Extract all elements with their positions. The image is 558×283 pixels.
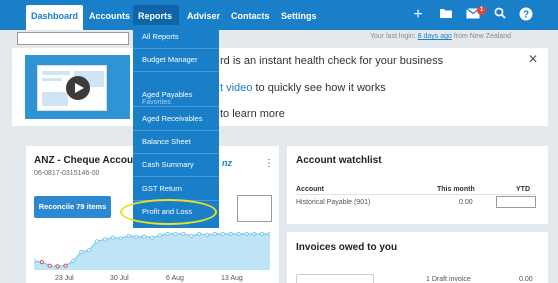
- menu-item-aged-receivables[interactable]: Aged Receivables: [133, 108, 219, 129]
- chart-point[interactable]: [142, 234, 147, 239]
- banner-learn-line: to learn more: [220, 108, 285, 120]
- search-icon[interactable]: [492, 7, 508, 23]
- column-header-ytd: YTD: [516, 186, 530, 193]
- account-balance-chart: [34, 231, 270, 270]
- profit-and-loss-highlight: [120, 199, 217, 225]
- watchlist-this-month-cell: 0.00: [459, 199, 473, 206]
- anz-logo: nz: [222, 158, 232, 168]
- redacted-ytd-value: [496, 196, 536, 208]
- chart-point[interactable]: [102, 237, 107, 242]
- menu-item-all-reports[interactable]: All Reports: [133, 26, 219, 47]
- files-icon[interactable]: [438, 7, 454, 23]
- intro-video-thumbnail[interactable]: [25, 55, 130, 119]
- chart-point[interactable]: [173, 231, 178, 237]
- chart-point[interactable]: [165, 231, 170, 237]
- nav-settings[interactable]: Settings: [276, 5, 322, 27]
- menu-item-aged-payables[interactable]: Aged Payables: [133, 84, 219, 105]
- watch-video-link[interactable]: t video: [220, 82, 252, 94]
- bank-account-name[interactable]: ANZ - Cheque Account: [34, 155, 143, 166]
- chart-point[interactable]: [47, 263, 52, 268]
- chart-point[interactable]: [236, 231, 241, 237]
- redacted-balance: [237, 195, 272, 222]
- draft-invoice-amount: 0.00: [519, 276, 533, 283]
- chart-point[interactable]: [63, 263, 68, 268]
- chart-point[interactable]: [267, 231, 270, 237]
- menu-item-balance-sheet[interactable]: Balance Sheet: [133, 131, 219, 152]
- column-header-this-month: This month: [437, 186, 475, 193]
- chart-point[interactable]: [228, 231, 233, 237]
- chart-point[interactable]: [71, 258, 76, 264]
- redacted-org-name: [17, 32, 129, 45]
- help-icon[interactable]: ?: [518, 7, 534, 23]
- add-icon[interactable]: +: [410, 7, 426, 23]
- bank-account-number: 06-0817-0315146-00: [34, 170, 100, 177]
- chart-point[interactable]: [118, 236, 123, 241]
- menu-item-gst-return[interactable]: GST Return: [133, 178, 219, 199]
- last-login-link[interactable]: 8 days ago: [418, 33, 452, 40]
- chart-point[interactable]: [55, 264, 60, 269]
- nav-accounts[interactable]: Accounts: [84, 5, 135, 27]
- chart-point[interactable]: [244, 231, 249, 237]
- menu-item-budget-manager[interactable]: Budget Manager: [133, 49, 219, 70]
- close-icon[interactable]: ✕: [528, 52, 538, 66]
- chart-point[interactable]: [34, 258, 37, 264]
- menu-divider: [133, 106, 219, 107]
- watchlist-title: Account watchlist: [296, 155, 382, 166]
- divider: [296, 194, 536, 195]
- menu-divider: [133, 176, 219, 177]
- chart-point[interactable]: [212, 231, 217, 237]
- chart-point[interactable]: [220, 231, 225, 237]
- x-tick-label: 6 Aug: [166, 275, 184, 282]
- chart-point[interactable]: [252, 231, 257, 237]
- watchlist-account-cell[interactable]: Historical Payable (901): [296, 199, 370, 206]
- chart-point[interactable]: [134, 234, 139, 240]
- chart-point[interactable]: [87, 248, 92, 253]
- column-header-account: Account: [296, 186, 324, 193]
- chart-point[interactable]: [126, 233, 131, 238]
- nav-dashboard[interactable]: Dashboard: [26, 5, 84, 30]
- chart-point[interactable]: [39, 259, 45, 265]
- nav-reports[interactable]: Reports: [133, 5, 179, 27]
- invoices-title: Invoices owed to you: [296, 242, 398, 253]
- menu-item-cash-summary[interactable]: Cash Summary: [133, 154, 219, 175]
- menu-divider: [133, 71, 219, 72]
- chart-point[interactable]: [157, 233, 163, 238]
- svg-text:?: ?: [523, 10, 529, 21]
- chart-point[interactable]: [260, 231, 265, 237]
- banner-headline: rd is an instant health check for your b…: [220, 55, 444, 67]
- chart-point[interactable]: [189, 233, 194, 238]
- reports-dropdown-menu: All Reports Budget Manager Favorites Age…: [133, 25, 219, 228]
- notification-badge: 1: [477, 6, 486, 15]
- draft-invoice-link[interactable]: 1 Draft invoice: [426, 276, 471, 283]
- chart-point[interactable]: [205, 232, 210, 237]
- banner-video-line: t video to quickly see how it works: [220, 82, 386, 94]
- nav-adviser[interactable]: Adviser: [182, 5, 225, 27]
- chart-point[interactable]: [94, 239, 100, 244]
- reconcile-button[interactable]: Reconcile 79 items: [34, 196, 111, 218]
- chart-point[interactable]: [197, 231, 202, 237]
- last-login-info: Your last login: 8 days ago from New Zea…: [370, 33, 512, 40]
- chart-point[interactable]: [149, 235, 155, 240]
- x-tick-label: 23 Jul: [55, 275, 74, 282]
- more-options-icon[interactable]: ⋮: [264, 158, 274, 169]
- chart-point[interactable]: [110, 235, 115, 240]
- chart-point[interactable]: [79, 249, 84, 255]
- new-sales-invoice-button[interactable]: [296, 274, 374, 283]
- x-tick-label: 13 Aug: [221, 275, 243, 282]
- top-nav-bar: Dashboard Accounts Reports Adviser Conta…: [0, 0, 558, 30]
- chart-point[interactable]: [181, 231, 186, 237]
- play-icon[interactable]: [66, 76, 90, 100]
- nav-contacts[interactable]: Contacts: [226, 5, 275, 27]
- x-tick-label: 30 Jul: [110, 275, 129, 282]
